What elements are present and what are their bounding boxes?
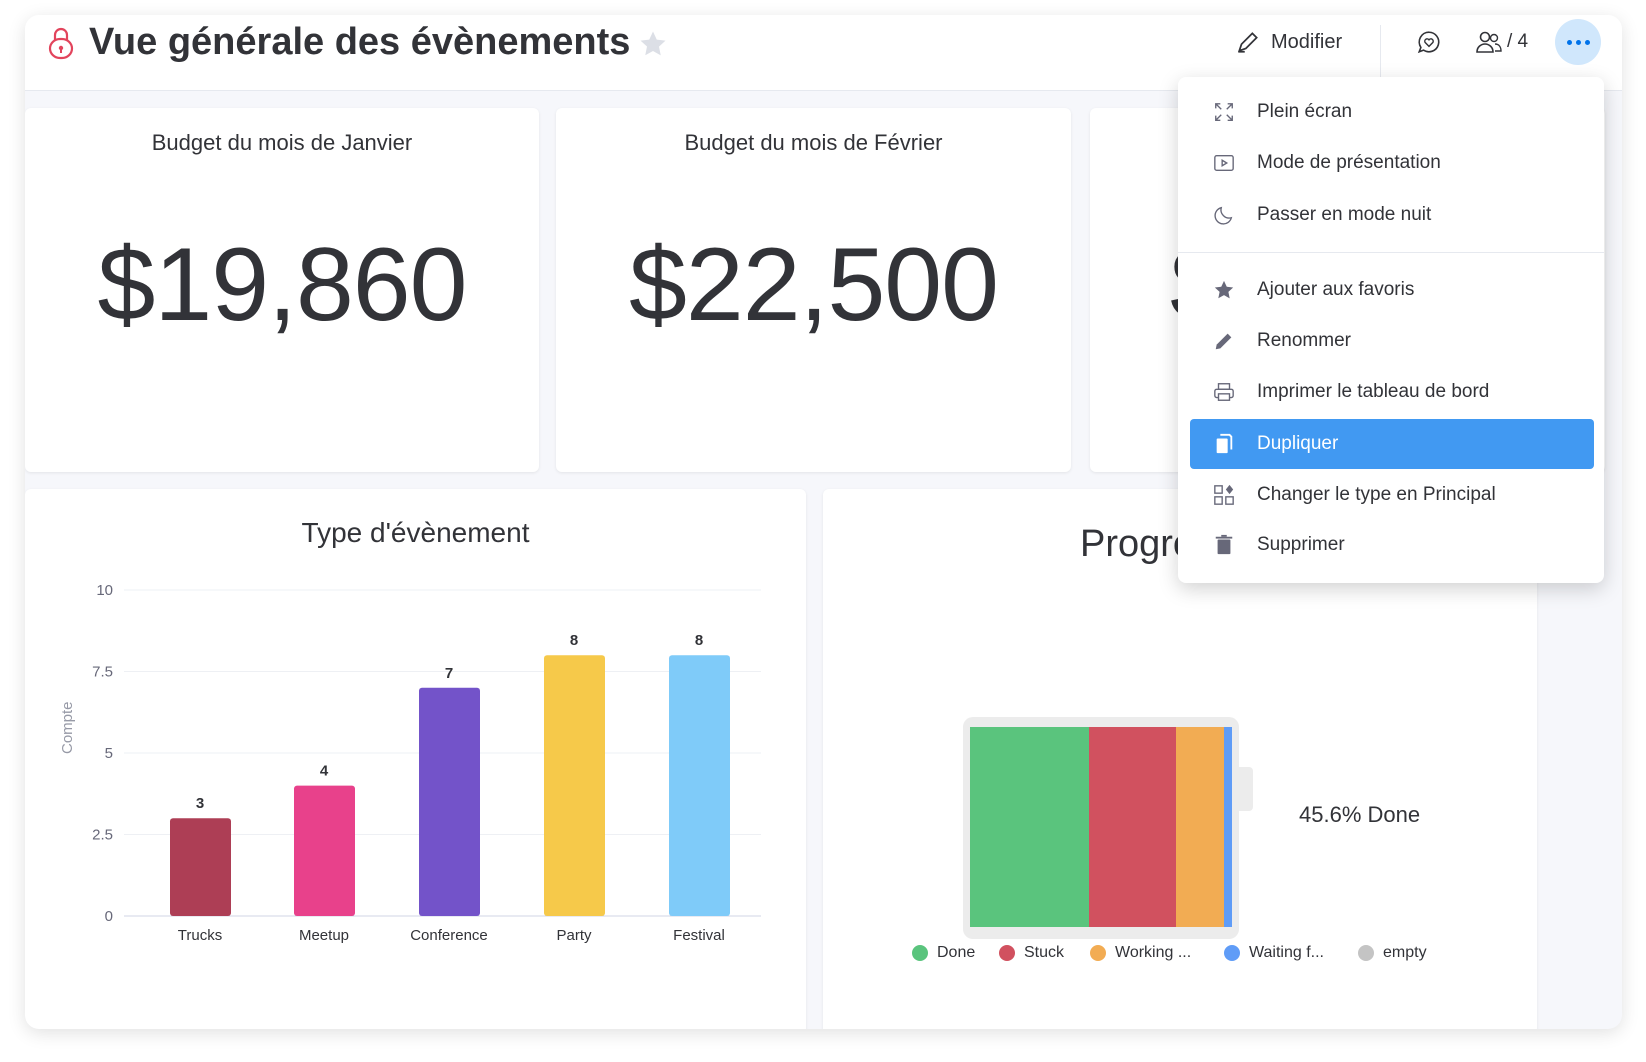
dot-icon bbox=[1575, 39, 1581, 45]
event-type-chart-card: Type d'évènement Compte 0 2.5 5 7.5 10 3 Truck… bbox=[25, 489, 806, 1029]
budget-value: $22,500 bbox=[629, 227, 999, 343]
legend-label: Stuck bbox=[1024, 944, 1065, 961]
members-button[interactable]: / 4 bbox=[1475, 29, 1528, 55]
widgets-icon bbox=[1213, 484, 1235, 506]
menu-item-label: Ajouter aux favoris bbox=[1257, 279, 1415, 300]
menu-item-renommer[interactable]: Renommer bbox=[1190, 316, 1594, 366]
legend-item[interactable]: Waiting f... bbox=[1224, 944, 1324, 962]
budget-card-february: Budget du mois de Février $22,500 bbox=[556, 108, 1071, 472]
menu-item-label: Plein écran bbox=[1257, 101, 1353, 122]
printer-icon bbox=[1213, 381, 1235, 403]
data-label: 4 bbox=[320, 763, 329, 780]
bar-festival bbox=[669, 655, 730, 916]
chart-title: Progre bbox=[1080, 523, 1195, 565]
divider bbox=[1380, 25, 1381, 77]
edit-label: Modifier bbox=[1271, 30, 1343, 53]
y-tick-label: 5 bbox=[105, 745, 113, 762]
dot-icon bbox=[1584, 39, 1590, 45]
budget-title: Budget du mois de Janvier bbox=[151, 130, 413, 155]
more-options-menu: Plein écran Mode de présentation Passer en… bbox=[1178, 77, 1604, 583]
legend-item[interactable]: Stuck bbox=[999, 944, 1064, 962]
x-tick-label: Conference bbox=[410, 927, 488, 944]
data-label: 7 bbox=[445, 665, 453, 682]
x-tick-label: Trucks bbox=[178, 927, 222, 944]
menu-item-plein-écran[interactable]: Plein écran bbox=[1190, 87, 1594, 137]
legend-dot-icon bbox=[1224, 945, 1240, 961]
menu-item-mode-de-présentation[interactable]: Mode de présentation bbox=[1190, 138, 1594, 188]
legend-dot-icon bbox=[1090, 945, 1106, 961]
edit-icon bbox=[1237, 32, 1258, 53]
legend-label: Done bbox=[937, 944, 976, 961]
legend-item[interactable]: empty bbox=[1358, 944, 1427, 962]
people-icon bbox=[1476, 31, 1502, 53]
menu-item-label: Supprimer bbox=[1257, 534, 1345, 555]
menu-divider bbox=[1178, 252, 1604, 253]
battery-tip bbox=[1238, 767, 1253, 811]
data-label: 8 bbox=[570, 632, 578, 649]
legend-dot-icon bbox=[1358, 945, 1374, 961]
menu-item-label: Renommer bbox=[1257, 330, 1351, 351]
y-tick-label: 10 bbox=[96, 582, 113, 599]
bar-meetup bbox=[294, 785, 355, 916]
bar-party bbox=[544, 655, 605, 916]
legend-item[interactable]: Done bbox=[912, 944, 975, 962]
menu-item-label: Imprimer le tableau de bord bbox=[1257, 381, 1490, 402]
menu-item-dupliquer[interactable]: Dupliquer bbox=[1190, 419, 1594, 469]
menu-item-changer-le-type-en-principal[interactable]: Changer le type en Principal bbox=[1190, 470, 1594, 520]
segment-waitingf bbox=[1224, 727, 1232, 927]
y-tick-label: 0 bbox=[105, 908, 113, 925]
segment-stuck bbox=[1089, 727, 1177, 927]
budget-title: Budget du mois de Février bbox=[684, 130, 943, 155]
x-tick-label: Party bbox=[556, 927, 592, 944]
battery-fill bbox=[970, 727, 1232, 927]
data-label: 8 bbox=[695, 632, 703, 649]
menu-item-ajouter-aux-favoris[interactable]: Ajouter aux favoris bbox=[1190, 265, 1594, 315]
menu-item-label: Changer le type en Principal bbox=[1257, 484, 1496, 505]
legend-item[interactable]: Working ... bbox=[1090, 944, 1191, 962]
segment-done bbox=[970, 727, 1090, 927]
x-tick-label: Festival bbox=[673, 927, 725, 944]
menu-item-imprimer-le-tableau-de-bord[interactable]: Imprimer le tableau de bord bbox=[1190, 367, 1594, 417]
segment-working bbox=[1176, 727, 1225, 927]
legend-dot-icon bbox=[912, 945, 928, 961]
budget-value: $19,860 bbox=[97, 227, 468, 343]
menu-item-label: Dupliquer bbox=[1257, 433, 1339, 454]
legend-label: Waiting f... bbox=[1249, 944, 1324, 961]
bar-chart: 0 2.5 5 7.5 10 3 Trucks 4 Meetup 7 Conference 8 Part… bbox=[92, 582, 761, 944]
dot-icon bbox=[1566, 39, 1572, 45]
favorite-star-icon[interactable] bbox=[638, 29, 668, 59]
budget-card-january: Budget du mois de Janvier $19,860 bbox=[25, 108, 539, 472]
legend-label: Working ... bbox=[1115, 944, 1192, 961]
menu-item-label: Mode de présentation bbox=[1257, 152, 1441, 173]
bar-trucks bbox=[170, 818, 231, 916]
trash-icon bbox=[1213, 534, 1235, 556]
star-icon bbox=[1213, 279, 1235, 301]
bar-conference bbox=[419, 687, 480, 916]
legend-dot-icon bbox=[999, 945, 1015, 961]
progress-summary: 45.6% Done bbox=[1299, 802, 1421, 827]
page-title: Vue générale des évènements bbox=[89, 21, 631, 63]
moon-icon bbox=[1213, 204, 1235, 226]
legend-label: empty bbox=[1383, 944, 1427, 961]
presentation-icon bbox=[1213, 152, 1235, 174]
duplicate-icon bbox=[1213, 433, 1235, 455]
x-tick-label: Meetup bbox=[299, 927, 349, 944]
lock-icon bbox=[48, 27, 74, 60]
chat-heart-icon[interactable] bbox=[1416, 29, 1442, 55]
more-options-button[interactable] bbox=[1555, 19, 1601, 65]
menu-item-passer-en-mode-nuit[interactable]: Passer en mode nuit bbox=[1190, 190, 1594, 240]
members-count: / 4 bbox=[1507, 31, 1529, 52]
data-label: 3 bbox=[196, 795, 204, 812]
fullscreen-icon bbox=[1213, 101, 1235, 123]
edit-button[interactable]: Modifier bbox=[1235, 29, 1342, 55]
y-tick-label: 2.5 bbox=[92, 827, 113, 844]
pencil-icon bbox=[1213, 330, 1235, 352]
y-tick-label: 7.5 bbox=[92, 664, 113, 681]
menu-item-label: Passer en mode nuit bbox=[1257, 204, 1432, 225]
menu-item-supprimer[interactable]: Supprimer bbox=[1190, 520, 1594, 570]
